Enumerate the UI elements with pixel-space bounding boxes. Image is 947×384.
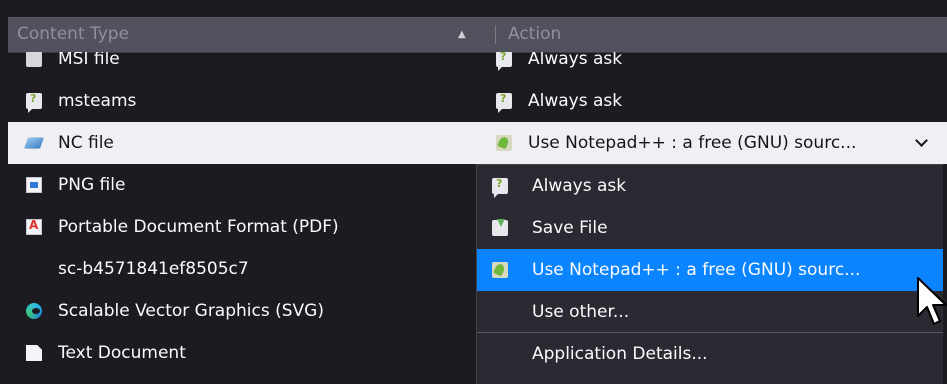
chevron-down-icon[interactable] xyxy=(915,134,928,147)
table-row[interactable]: msteams Always ask xyxy=(8,80,947,122)
content-type-label: Portable Document Format (PDF) xyxy=(58,217,339,237)
menu-item-always-ask[interactable]: Always ask xyxy=(477,165,943,207)
pdf-icon xyxy=(26,218,42,235)
content-type-label: MSI file xyxy=(58,52,120,69)
png-file-icon xyxy=(26,177,42,193)
action-cell[interactable]: Always ask xyxy=(496,80,622,122)
applications-table: Content Type ▲ Action MSI file Always as… xyxy=(0,0,947,384)
table-row-selected[interactable]: NC file Use Notepad++ : a free (GNU) sou… xyxy=(8,122,947,164)
action-cell[interactable]: Always ask xyxy=(496,52,622,80)
chat-icon xyxy=(26,92,42,113)
action-column-header[interactable]: Action xyxy=(508,17,561,52)
chat-icon xyxy=(496,92,512,113)
content-type-cell: Scalable Vector Graphics (SVG) xyxy=(26,290,324,332)
content-type-cell: MSI file xyxy=(26,52,120,80)
menu-item-label: Use Notepad++ : a free (GNU) sourc... xyxy=(532,260,861,280)
action-select[interactable]: Use Notepad++ : a free (GNU) sourc... xyxy=(496,122,856,164)
menu-item-use-other[interactable]: Use other... xyxy=(477,291,943,333)
notepad-plus-plus-icon xyxy=(492,262,508,278)
content-type-cell: msteams xyxy=(26,80,136,122)
content-type-cell: Text Document xyxy=(26,332,186,374)
content-type-cell: PNG file xyxy=(26,164,125,206)
notepad-plus-plus-icon xyxy=(496,135,512,151)
content-type-cell: sc-b4571841ef8505c7 xyxy=(26,248,249,290)
content-type-label: NC file xyxy=(58,133,114,153)
action-label: Always ask xyxy=(528,52,623,69)
menu-item-label: Save File xyxy=(532,218,608,238)
content-type-cell: NC file xyxy=(23,122,114,164)
blank-icon xyxy=(26,261,42,277)
content-type-label: Scalable Vector Graphics (SVG) xyxy=(58,301,324,321)
menu-item-label: Application Details... xyxy=(532,344,708,364)
menu-item-use-notepad-plus-plus[interactable]: Use Notepad++ : a free (GNU) sourc... xyxy=(477,249,943,291)
sort-ascending-icon[interactable]: ▲ xyxy=(458,17,466,52)
menu-item-application-details[interactable]: Application Details... xyxy=(477,333,943,375)
msi-icon xyxy=(26,52,42,67)
action-dropdown-menu: Always ask Save File Use Notepad++ : a f… xyxy=(476,164,943,384)
content-type-label: PNG file xyxy=(58,175,126,195)
chat-icon xyxy=(496,52,512,71)
edge-icon xyxy=(26,303,42,319)
action-label: Use Notepad++ : a free (GNU) sourc... xyxy=(528,133,857,153)
menu-item-label: Use other... xyxy=(532,302,630,322)
table-row[interactable]: MSI file Always ask xyxy=(8,52,947,80)
content-type-label: Text Document xyxy=(58,343,186,363)
action-label: Always ask xyxy=(528,91,623,111)
menu-item-save-file[interactable]: Save File xyxy=(477,207,943,249)
document-icon xyxy=(26,345,42,361)
chat-icon xyxy=(492,177,508,198)
content-type-column-header[interactable]: Content Type xyxy=(17,17,129,52)
menu-item-label: Always ask xyxy=(532,176,627,196)
content-type-label: sc-b4571841ef8505c7 xyxy=(58,259,249,279)
content-type-label: msteams xyxy=(58,91,137,111)
save-icon xyxy=(492,219,508,236)
table-header: Content Type ▲ Action xyxy=(8,17,947,53)
mouse-cursor-icon xyxy=(917,277,947,325)
column-divider[interactable] xyxy=(495,25,496,44)
nc-file-icon xyxy=(23,137,45,149)
content-type-cell: Portable Document Format (PDF) xyxy=(26,206,339,248)
